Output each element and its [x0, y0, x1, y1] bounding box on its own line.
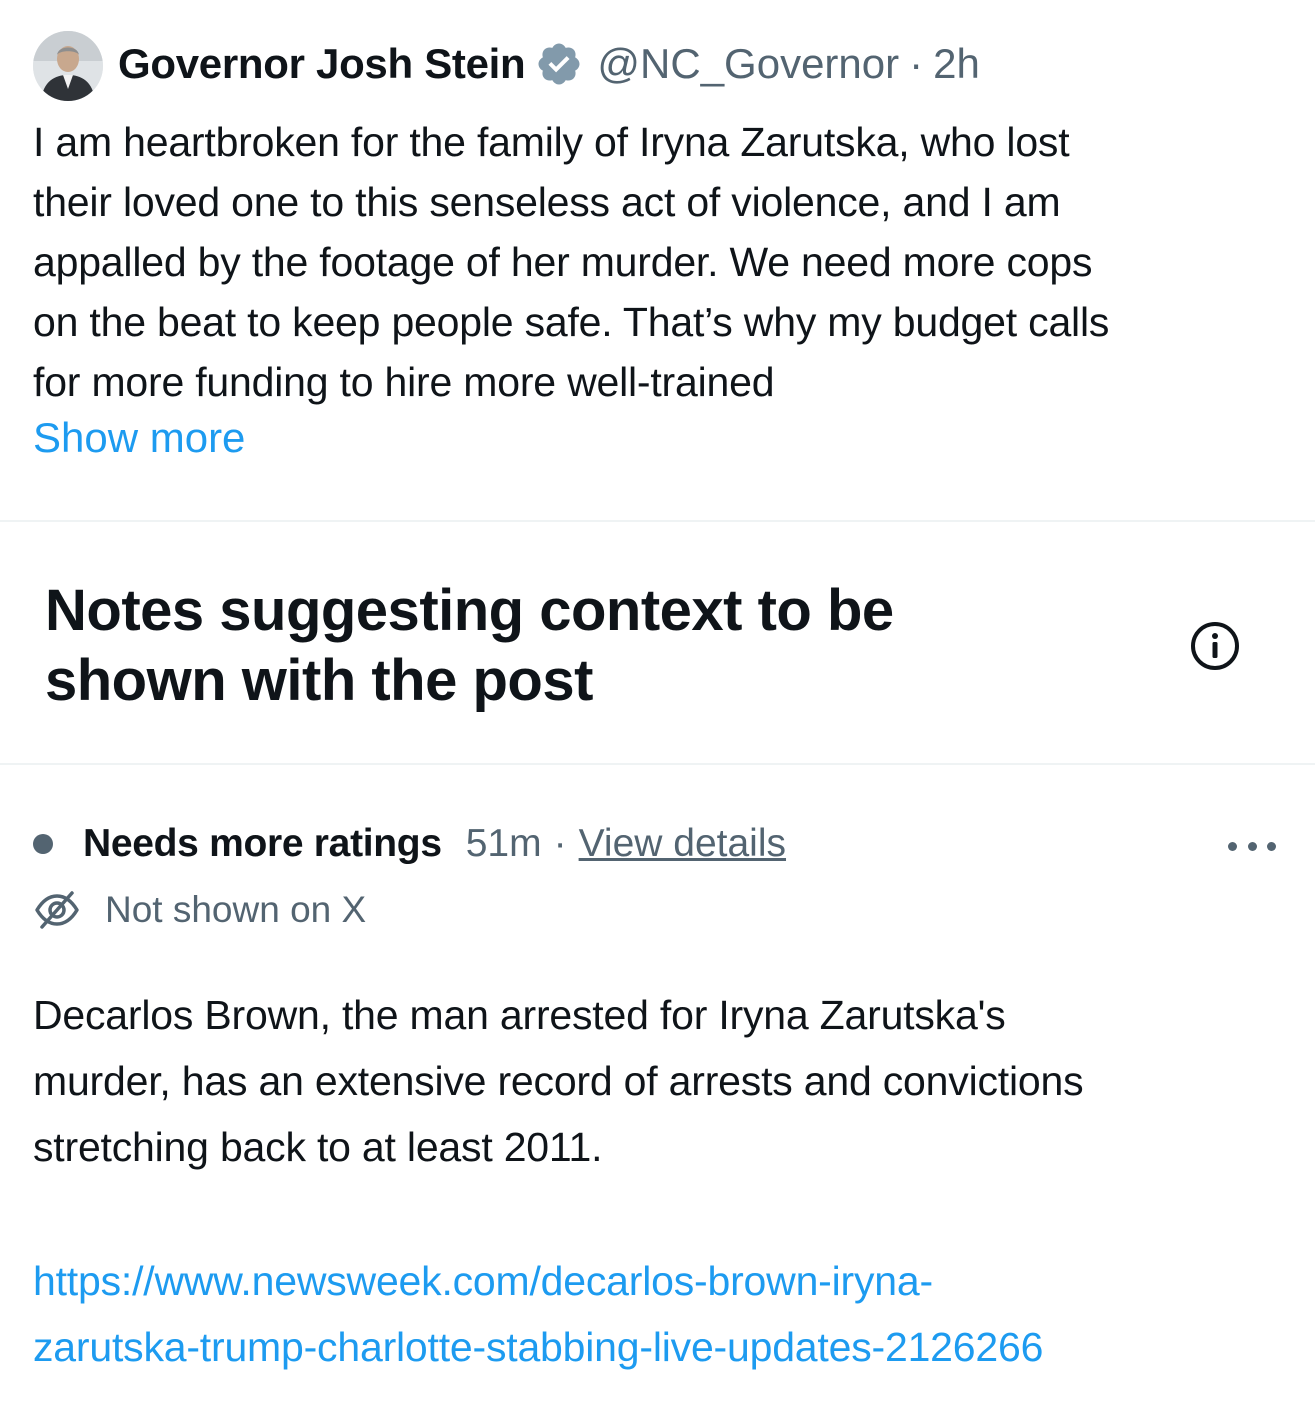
post-time[interactable]: 2h [933, 40, 980, 88]
notes-title-line: Notes suggesting context to be [45, 578, 894, 643]
post-text-line: appalled by the footage of her murder. W… [33, 239, 1093, 285]
note-source-link[interactable]: https://www.newsweek.com/decarlos-brown-… [33, 1248, 1293, 1380]
author-name[interactable]: Governor Josh Stein [118, 40, 526, 88]
show-more-link[interactable]: Show more [33, 414, 245, 462]
more-dot [1247, 841, 1257, 851]
post: Governor Josh Stein @NC_Governor · 2h I … [0, 0, 1315, 522]
verified-badge-icon [535, 40, 583, 88]
note-body: Decarlos Brown, the man arrested for Iry… [33, 982, 1283, 1180]
notes-title-line: shown with the post [45, 648, 593, 713]
note-body-line: stretching back to at least 2011. [33, 1124, 603, 1170]
visibility-text: Not shown on X [105, 889, 367, 930]
note-time: 51m [465, 822, 542, 865]
separator: · [909, 40, 924, 87]
view-details-link[interactable]: View details [579, 822, 786, 866]
more-options-icon[interactable] [1228, 832, 1276, 860]
post-header: Governor Josh Stein @NC_Governor · 2h [118, 38, 980, 90]
visibility-row: Not shown on X [33, 886, 366, 934]
divider [0, 520, 1315, 522]
note-body-line: murder, has an extensive record of arres… [33, 1058, 1084, 1104]
note-link-line[interactable]: zarutska-trump-charlotte-stabbing-live-u… [33, 1314, 1293, 1380]
separator: · [553, 822, 567, 865]
info-icon[interactable] [1189, 620, 1241, 672]
note-status: Needs more ratings [83, 822, 442, 865]
post-text-line: their loved one to this senseless act of… [33, 179, 1061, 225]
post-text: I am heartbroken for the family of Iryna… [33, 112, 1283, 412]
notes-section-title: Notes suggesting context to be shown wit… [45, 576, 1045, 716]
divider [0, 763, 1315, 765]
post-text-line: I am heartbroken for the family of Iryna… [33, 119, 1070, 165]
author-handle[interactable]: @NC_Governor [597, 40, 899, 88]
note-status-row: Needs more ratings 51m · View details [33, 820, 786, 868]
post-text-line: for more funding to hire more well-train… [33, 359, 775, 405]
post-text-line: on the beat to keep people safe. That’s … [33, 299, 1110, 345]
more-dot [1228, 841, 1237, 851]
avatar-image [33, 31, 103, 101]
note-body-line: Decarlos Brown, the man arrested for Iry… [33, 992, 1006, 1038]
eye-off-icon [33, 886, 81, 934]
avatar[interactable] [33, 31, 103, 101]
status-dot [33, 834, 53, 854]
note-link-line[interactable]: https://www.newsweek.com/decarlos-brown-… [33, 1248, 1293, 1314]
more-dot [1267, 841, 1276, 851]
